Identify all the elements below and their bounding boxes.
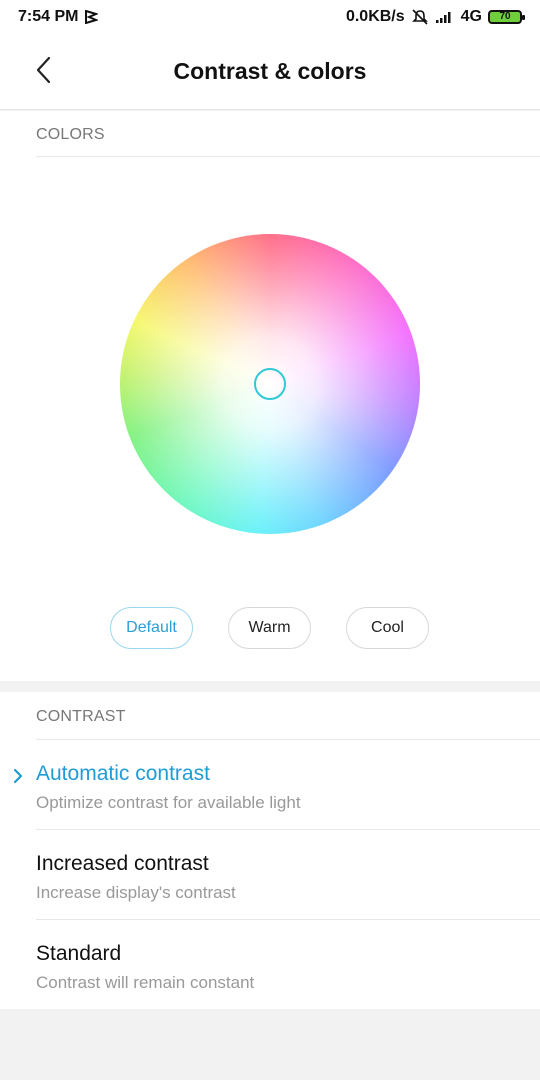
colors-section-header: COLORS bbox=[36, 126, 105, 143]
option-standard[interactable]: Standard Contrast will remain constant bbox=[0, 920, 540, 1010]
battery-level: 70 bbox=[499, 11, 511, 22]
mute-icon bbox=[411, 9, 429, 25]
colors-section: COLORS Default Warm Cool bbox=[0, 111, 540, 681]
default-tone-label: Default bbox=[126, 619, 177, 636]
option-automatic-contrast[interactable]: Automatic contrast Optimize contrast for… bbox=[0, 740, 540, 830]
contrast-section: CONTRAST Automatic contrast Optimize con… bbox=[0, 692, 540, 1009]
page-title: Contrast & colors bbox=[173, 58, 367, 84]
selected-chevron-icon bbox=[12, 768, 24, 789]
tone-buttons: Default Warm Cool bbox=[0, 607, 540, 651]
header: Contrast & colors bbox=[0, 34, 540, 110]
status-time: 7:54 PM bbox=[18, 8, 79, 25]
network-type: 4G bbox=[460, 8, 482, 25]
status-right: 0.0KB/s 4G 70 bbox=[345, 8, 525, 26]
battery-icon: 70 bbox=[488, 10, 525, 24]
option-title: Automatic contrast bbox=[36, 762, 210, 785]
option-title: Standard bbox=[36, 942, 122, 965]
default-tone-button[interactable]: Default bbox=[110, 607, 193, 649]
cool-tone-button[interactable]: Cool bbox=[346, 607, 429, 649]
status-bar: 7:54 PM 0.0KB/s 4G 70 bbox=[0, 0, 540, 34]
option-increased-contrast[interactable]: Increased contrast Increase display's co… bbox=[0, 830, 540, 920]
notification-flag-icon bbox=[84, 10, 99, 24]
signal-icon bbox=[435, 10, 455, 24]
option-subtitle: Optimize contrast for available light bbox=[36, 793, 301, 812]
option-subtitle: Contrast will remain constant bbox=[36, 973, 255, 992]
status-left: 7:54 PM bbox=[18, 8, 99, 26]
warm-tone-button[interactable]: Warm bbox=[228, 607, 311, 649]
contrast-section-header: CONTRAST bbox=[36, 708, 126, 725]
option-title: Increased contrast bbox=[36, 852, 209, 875]
cool-tone-label: Cool bbox=[371, 619, 404, 636]
screen: 7:54 PM 0.0KB/s 4G 70 Contrast & colors … bbox=[0, 0, 540, 1080]
warm-tone-label: Warm bbox=[248, 619, 291, 636]
network-speed: 0.0KB/s bbox=[345, 8, 405, 25]
colors-header-divider bbox=[36, 156, 540, 157]
option-subtitle: Increase display's contrast bbox=[36, 883, 236, 902]
color-wheel-cursor[interactable] bbox=[254, 368, 286, 400]
